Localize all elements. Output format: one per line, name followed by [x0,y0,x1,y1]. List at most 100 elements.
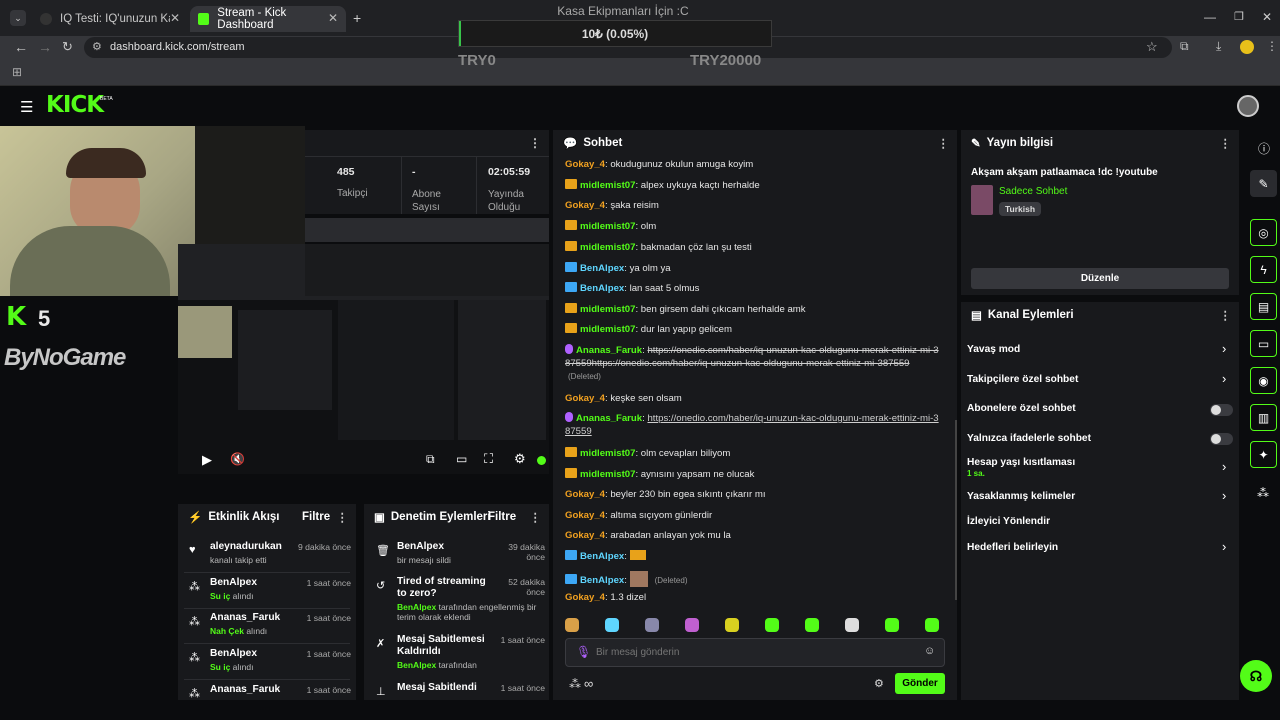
fullscreen-icon[interactable]: ⛶ [484,451,493,467]
chat-username[interactable]: midlemist07 [580,469,635,480]
slow-mode-item[interactable]: Yavaş mod [967,344,1020,355]
chat-username[interactable]: Gokay_4 [565,530,605,541]
back-icon[interactable]: ← [14,39,28,55]
chevron-right-icon[interactable]: › [1222,488,1226,503]
user-avatar[interactable] [1237,95,1259,117]
chat-username[interactable]: midlemist07 [580,324,635,335]
chevron-right-icon[interactable]: › [1222,371,1226,386]
tab-iq-test[interactable]: IQ Testi: IQ'unuzun Kaç Olduğu ✕ [32,6,188,32]
chat-username[interactable]: midlemist07 [580,242,635,253]
channel-actions-menu-icon[interactable]: ⋮ [1220,308,1232,322]
pip-icon[interactable]: ⧉ [426,452,435,467]
emote-icon[interactable] [605,618,619,632]
lightning-icon[interactable]: ϟ [1250,256,1277,283]
category-name[interactable]: Sadece Sohbet [999,186,1067,197]
chat-menu-icon[interactable]: ⋮ [938,136,950,150]
followers-only-item[interactable]: Takipçilere özel sohbet [967,374,1078,385]
window-close-icon[interactable]: ✕ [1262,10,1272,24]
tab-kick-dashboard[interactable]: Stream - Kick Dashboard ✕ [190,6,346,32]
stats-menu-icon[interactable]: ⋮ [529,136,541,150]
moderator-name[interactable]: BenAlpex [397,660,436,670]
chat-icon[interactable]: ▭ [1250,330,1277,357]
chevron-right-icon[interactable]: › [1222,459,1226,474]
chat-username[interactable]: BenAlpex [580,575,624,586]
chat-input-box[interactable]: 🎙 ☺ [565,638,945,667]
chat-username[interactable]: Ananas_Faruk [576,345,642,356]
hamburger-menu-icon[interactable]: ☰ [20,98,33,116]
activity-item[interactable]: ⁂ Ananas_Faruk 1 saat önce [178,684,356,718]
activity-filter-button[interactable]: Filtre [302,511,330,523]
minimize-icon[interactable]: — [1204,10,1216,24]
layout-icon[interactable]: ▥ [1250,404,1277,431]
new-tab-icon[interactable]: + [353,10,361,26]
moderation-filter-button[interactable]: Filtre [488,511,516,523]
activity-item[interactable]: ⁂ BenAlpex Su iç alındı 1 saat önce [178,648,356,682]
bookmark-star-icon[interactable]: ☆ [1146,39,1158,55]
moderation-menu-icon[interactable]: ⋮ [530,510,542,524]
subs-only-toggle[interactable] [1210,404,1233,416]
account-age-item[interactable]: Hesap yaşı kısıtlaması [967,457,1075,468]
emote-icon[interactable] [925,618,939,632]
mic-icon[interactable]: 🎙 [576,645,591,659]
banned-words-item[interactable]: Yasaklanmış kelimeler [967,491,1075,502]
stream-info-menu-icon[interactable]: ⋮ [1220,136,1232,150]
restore-icon[interactable]: ❐ [1234,10,1244,23]
settings-gear-icon[interactable]: ⚙ [514,451,526,467]
chat-username[interactable]: Gokay_4 [565,489,605,500]
send-button[interactable]: Gönder [895,673,945,694]
emotes-only-toggle[interactable] [1210,433,1233,445]
activity-item[interactable]: ⁂ BenAlpex Su iç alındı 1 saat önce [178,577,356,611]
chat-username[interactable]: midlemist07 [580,221,635,232]
edit-stream-button[interactable]: Düzenle [971,268,1229,289]
activity-item[interactable]: ⁂ Ananas_Faruk Nah Çek alındı 1 saat önce [178,612,356,646]
chat-username[interactable]: Gokay_4 [565,200,605,211]
activity-menu-icon[interactable]: ⋮ [337,510,349,524]
theater-icon[interactable]: ▭ [456,452,467,466]
chat-scrollbar[interactable] [955,420,957,600]
emoji-picker-icon[interactable]: ☺ [924,645,935,657]
tab-close-icon[interactable]: ✕ [170,11,180,25]
edit-pencil-icon[interactable]: ✎ [1250,170,1277,197]
document-icon[interactable]: ▤ [1250,293,1277,320]
moderator-name[interactable]: BenAlpex [397,602,436,612]
chat-username[interactable]: BenAlpex [580,263,624,274]
info-icon[interactable]: ⓘ [1258,140,1270,157]
site-info-icon[interactable]: ⚙ [92,40,102,53]
tools-icon[interactable]: ✦ [1250,441,1277,468]
tab-close-icon[interactable]: ✕ [328,11,338,25]
emote-icon[interactable] [685,618,699,632]
apps-grid-icon[interactable]: ⊞ [12,65,22,79]
mute-icon[interactable]: 🔇 [230,452,245,466]
menu-dots-icon[interactable]: ⋮ [1266,39,1278,53]
emote-icon[interactable] [845,618,859,632]
chat-username[interactable]: BenAlpex [580,283,624,294]
emote-icon[interactable] [765,618,779,632]
chat-username[interactable]: Gokay_4 [565,592,605,603]
tab-search-icon[interactable]: ⌄ [10,10,26,26]
set-goals-item[interactable]: Hedefleri belirleyin [967,542,1058,553]
kick-logo[interactable]: KICK [46,92,104,118]
chat-username[interactable]: midlemist07 [580,304,635,315]
emote-icon[interactable] [885,618,899,632]
chat-username[interactable]: Ananas_Faruk [576,413,642,424]
community-icon[interactable]: ⁂ [1257,486,1269,500]
profile-avatar[interactable] [1240,40,1254,54]
broadcast-icon[interactable]: ◉ [1250,367,1277,394]
play-icon[interactable]: ▶ [202,452,212,468]
chat-username[interactable]: midlemist07 [580,448,635,459]
activity-item[interactable]: ♥ aleynadurukan kanalı takip etti 9 dakika … [178,541,356,575]
emote-icon[interactable] [645,618,659,632]
chat-username[interactable]: Gokay_4 [565,393,605,404]
chevron-right-icon[interactable]: › [1222,539,1226,554]
chat-settings-icon[interactable]: ⚙ [874,677,884,690]
chat-username[interactable]: midlemist07 [580,180,635,191]
focus-icon[interactable]: ◎ [1250,219,1277,246]
chat-username[interactable]: BenAlpex [580,551,624,562]
chat-username[interactable]: Gokay_4 [565,510,605,521]
emote-icon[interactable] [805,618,819,632]
infinity-icon[interactable]: ∞ [584,676,593,691]
support-headset-icon[interactable]: ☊ [1240,660,1272,692]
chat-message-input[interactable] [596,644,916,661]
viewer-redirect-item[interactable]: İzleyici Yönlendir [967,516,1050,527]
points-icon[interactable]: ⁂ [569,677,581,691]
